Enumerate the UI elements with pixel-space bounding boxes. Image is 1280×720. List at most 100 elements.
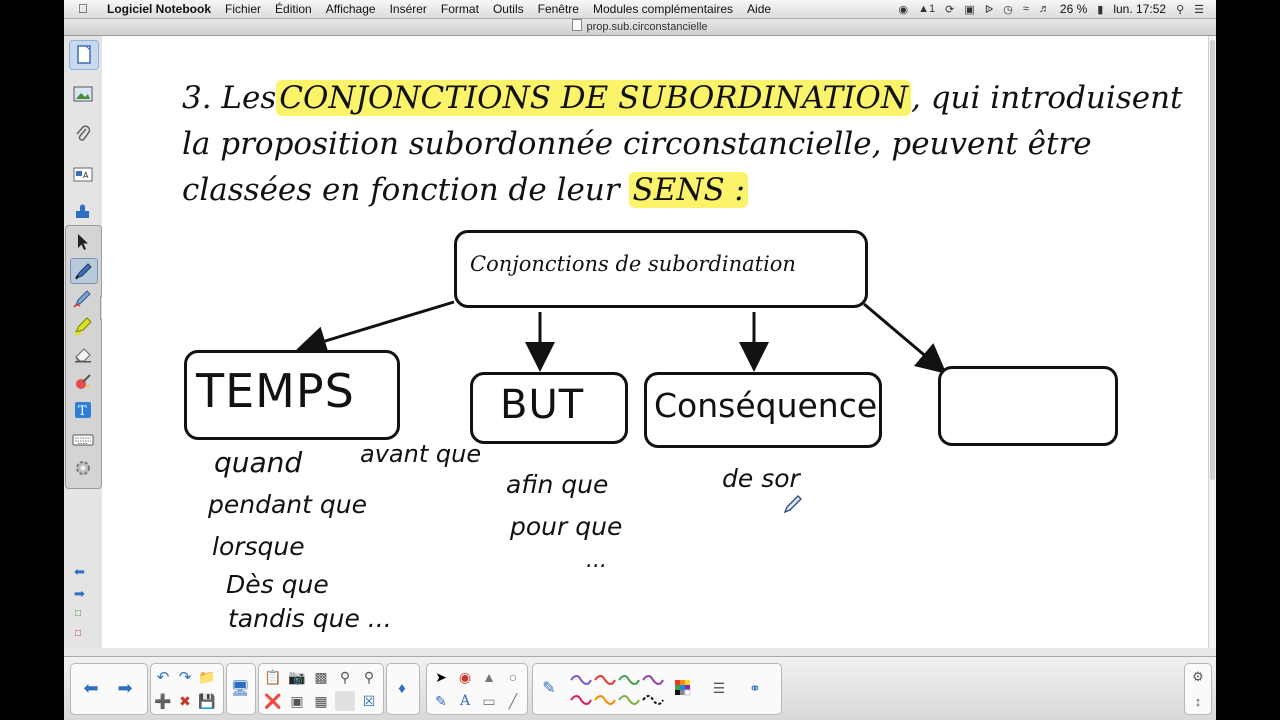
apple-icon[interactable]:  xyxy=(78,1,88,16)
screen-button[interactable]: 🖥 xyxy=(230,678,250,698)
next-page-button[interactable]: ➡ xyxy=(115,678,135,698)
add-page-icon[interactable]: □ xyxy=(75,608,81,619)
next-page-icon[interactable]: ➡ xyxy=(74,586,85,602)
menu-fenetre[interactable]: Fenêtre xyxy=(538,2,579,16)
bottom-line-tool[interactable]: ╱ xyxy=(503,691,523,711)
attachments-button[interactable] xyxy=(69,120,97,148)
bottom-pens-tool[interactable]: ✎ xyxy=(431,691,451,711)
properties-bottom-button[interactable]: ⚭ xyxy=(745,678,765,698)
paste-button[interactable]: 📋 xyxy=(263,667,283,687)
adobe-icon[interactable]: ▲1 xyxy=(918,3,935,15)
undo-button[interactable]: ↶ xyxy=(153,667,173,687)
keyboard-tool[interactable] xyxy=(70,428,96,452)
folder-icon: 📁 xyxy=(198,668,216,685)
menu-format[interactable]: Format xyxy=(441,2,479,16)
full-screen-button[interactable]: ▣ xyxy=(287,691,307,711)
magic-pen-tool[interactable] xyxy=(70,370,96,394)
menu-outils[interactable]: Outils xyxy=(493,2,524,16)
tools-group: ➤ ◉ ▲ ○ ✎ A ▭ ╱ xyxy=(426,663,528,715)
bottom-text-tool[interactable]: A xyxy=(455,691,475,711)
color-palette-button[interactable] xyxy=(673,678,693,698)
notification-icon[interactable]: ☰ xyxy=(1194,3,1204,16)
empty-box[interactable] xyxy=(938,366,1118,446)
pen-properties-group: ✎ ☰ ⚭ xyxy=(532,663,782,715)
hw-but-afin-que: afin que xyxy=(506,470,609,499)
screen-capture-button[interactable]: 📷 xyxy=(287,667,307,687)
add-page-button[interactable]: ➕ xyxy=(153,691,173,711)
creative-pen-icon xyxy=(73,290,91,308)
pen-swatch-magenta xyxy=(570,695,592,705)
delete-page-button[interactable]: ✖ xyxy=(175,691,195,711)
menu-modules[interactable]: Modules complémentaires xyxy=(593,2,733,16)
close-button[interactable]: ☒ xyxy=(359,691,379,711)
clock-label[interactable]: lun. 17:52 xyxy=(1113,2,1166,16)
pen-tool[interactable] xyxy=(70,258,98,284)
battery-label[interactable]: 26 % xyxy=(1060,2,1087,16)
delete-button[interactable]: ❌ xyxy=(263,691,283,711)
gallery-button[interactable] xyxy=(69,80,97,108)
spotlight-icon[interactable]: ⚲ xyxy=(1176,3,1184,16)
page-canvas[interactable]: 3. LesCONJONCTIONS DE SUBORDINATION, qui… xyxy=(102,36,1208,648)
tool-settings[interactable] xyxy=(70,456,96,480)
redo-button[interactable]: ↷ xyxy=(175,667,195,687)
eraser-tool[interactable] xyxy=(70,342,96,366)
bottom-eraser-tool[interactable]: ▭ xyxy=(479,691,499,711)
current-pen-button[interactable]: ✎ xyxy=(539,678,559,698)
menu-edition[interactable]: Édition xyxy=(275,2,312,16)
bottom-toolbar: ⬅ ➡ ↶ ↷ 📁 ➕ ✖ 💾 🖥 📋 📷 ▩ ⚲ ⚲ ❌ ▣ ▦ ☒ ♦ ➤ … xyxy=(64,656,1216,720)
menu-fichier[interactable]: Fichier xyxy=(225,2,261,16)
addons-button-bottom[interactable]: ♦ xyxy=(392,678,412,698)
menu-aide[interactable]: Aide xyxy=(747,2,771,16)
delete-page-icon[interactable]: □ xyxy=(75,628,81,639)
bottom-select-tool[interactable]: ➤ xyxy=(431,667,451,687)
screen-shade-button[interactable]: ▩ xyxy=(311,667,331,687)
table-button[interactable]: ▦ xyxy=(311,691,331,711)
save-button[interactable]: 💾 xyxy=(197,691,217,711)
menu-bar:  Logiciel Notebook Fichier Édition Affi… xyxy=(64,0,1216,19)
open-button[interactable]: 📁 xyxy=(197,667,217,687)
record-icon[interactable]: ◉ xyxy=(899,3,909,16)
zoom-button[interactable]: ⚲ xyxy=(359,667,379,687)
bottom-magic-pen-tool[interactable]: ◉ xyxy=(455,667,475,687)
addons-button[interactable] xyxy=(69,198,97,226)
bottom-fill-tool[interactable]: ▲ xyxy=(479,667,499,687)
shade-icon: ▩ xyxy=(314,668,328,685)
hw-temps-lorsque: lorsque xyxy=(212,532,305,561)
toolbar-settings-button[interactable]: ⚙ xyxy=(1188,667,1208,687)
select-tool[interactable] xyxy=(70,230,96,254)
properties-button[interactable]: A xyxy=(69,160,97,188)
sync-icon[interactable]: ⟳ xyxy=(945,3,954,16)
eraser-icon xyxy=(75,348,91,363)
bottom-shapes-tool[interactable]: ○ xyxy=(503,667,523,687)
previous-page-icon[interactable]: ⬅ xyxy=(74,564,85,580)
clipboard-icon: 📋 xyxy=(264,668,282,685)
scroll-thumb[interactable] xyxy=(1210,40,1215,480)
line-style-button[interactable]: ☰ xyxy=(709,678,729,698)
menu-inserer[interactable]: Insérer xyxy=(390,2,427,16)
pen-swatch-lime xyxy=(618,695,640,705)
edit-group: 📋 📷 ▩ ⚲ ⚲ ❌ ▣ ▦ ☒ xyxy=(258,663,384,715)
highlighter-tool[interactable] xyxy=(70,314,96,338)
menu-app[interactable]: Logiciel Notebook xyxy=(107,2,211,16)
clock-icon[interactable]: ◷ xyxy=(1003,3,1013,16)
toolbar-move-button[interactable]: ↕ xyxy=(1188,691,1208,711)
text-tool[interactable]: T xyxy=(70,398,96,422)
zoom-icon: ⚲ xyxy=(363,668,375,685)
menu-affichage[interactable]: Affichage xyxy=(326,2,376,16)
pen-swatches xyxy=(570,675,664,705)
addons-icon xyxy=(76,204,89,218)
hw-temps-avant-que: avant que xyxy=(360,440,482,468)
previous-page-button[interactable]: ⬅ xyxy=(81,678,101,698)
display-icon[interactable]: ▣ xyxy=(964,3,974,16)
pen-swatch-red xyxy=(594,675,616,685)
bluetooth-icon[interactable]: ᐉ xyxy=(985,3,993,16)
blank-button[interactable] xyxy=(335,691,355,711)
pen-swatch-black xyxy=(642,695,664,705)
creative-pen-tool[interactable] xyxy=(70,286,96,310)
eraser-bottom-icon: ▭ xyxy=(482,692,496,709)
vertical-scrollbar[interactable] xyxy=(1208,36,1216,648)
wifi-icon[interactable]: ≈ xyxy=(1023,3,1029,15)
spotlight-button[interactable]: ⚲ xyxy=(335,667,355,687)
volume-icon[interactable]: ♬ xyxy=(1039,3,1050,15)
page-sorter-button[interactable] xyxy=(69,40,99,70)
